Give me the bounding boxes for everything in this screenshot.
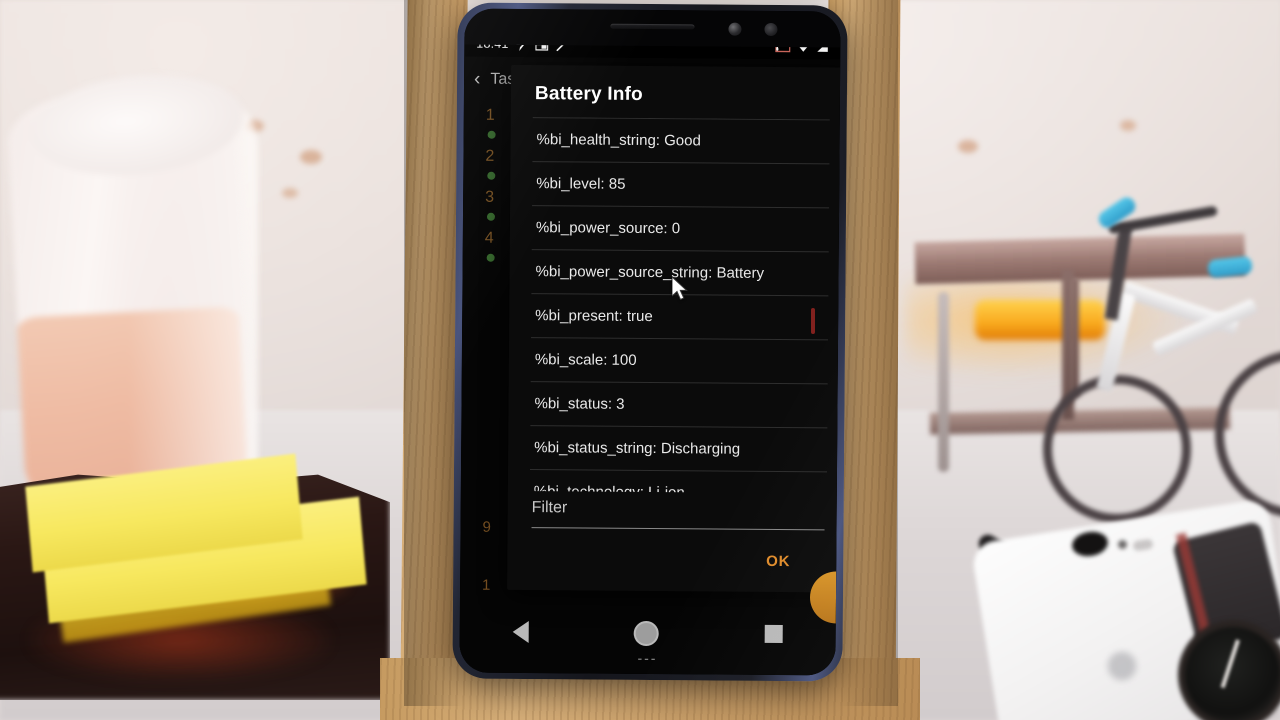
back-arrow-icon[interactable]: ‹ bbox=[474, 69, 480, 91]
list-item[interactable]: %bi_technology: Li-ion bbox=[529, 470, 827, 494]
navigation-bar bbox=[460, 605, 836, 662]
ok-button[interactable]: OK bbox=[752, 544, 804, 577]
white-phone-logo bbox=[1104, 648, 1140, 684]
action-number: 2 bbox=[485, 147, 495, 165]
earpiece-speaker-icon bbox=[610, 23, 695, 30]
action-status-dot bbox=[486, 212, 496, 221]
list-item[interactable]: %bi_power_source: 0 bbox=[531, 206, 830, 253]
rail-post bbox=[938, 292, 949, 472]
action-number: 9 bbox=[482, 518, 491, 536]
bench-leg bbox=[1070, 278, 1079, 396]
bench-light bbox=[975, 300, 1105, 340]
wall-speck bbox=[958, 140, 978, 153]
white-phone-sensor bbox=[1118, 540, 1127, 549]
wall-speck bbox=[1120, 120, 1136, 131]
list-item[interactable]: %bi_scale: 100 bbox=[530, 338, 829, 385]
wall-speck bbox=[300, 150, 322, 164]
home-nav-icon[interactable] bbox=[634, 620, 660, 646]
phone-screen-area: 18:41 bbox=[459, 8, 841, 676]
battery-info-dialog: Battery Info %bi_health_string: Good %bi… bbox=[507, 64, 841, 593]
list-item[interactable]: %bi_status_string: Discharging bbox=[529, 426, 828, 473]
phone-side-led bbox=[811, 308, 815, 334]
list-item[interactable]: %bi_health_string: Good bbox=[532, 117, 830, 165]
action-status-dot bbox=[487, 171, 496, 180]
mouse-pointer bbox=[671, 275, 692, 308]
filter-input[interactable] bbox=[531, 495, 825, 524]
bicycle-wheel bbox=[1043, 375, 1191, 523]
action-number: 3 bbox=[485, 188, 495, 206]
action-number: 4 bbox=[484, 229, 494, 247]
wall-speck bbox=[282, 188, 298, 198]
list-item[interactable]: %bi_status: 3 bbox=[530, 382, 828, 429]
back-nav-icon[interactable] bbox=[512, 620, 529, 644]
list-item[interactable]: %bi_level: 85 bbox=[532, 162, 830, 209]
recents-nav-icon[interactable] bbox=[764, 624, 783, 644]
action-status-dot bbox=[486, 253, 495, 262]
bench-top bbox=[914, 233, 1246, 285]
action-status-dot bbox=[487, 130, 496, 139]
front-camera-icon bbox=[728, 22, 742, 36]
action-number: 1 bbox=[485, 106, 495, 124]
action-number: 1 bbox=[482, 576, 491, 594]
screen: 18:41 bbox=[459, 30, 841, 676]
screenshot-stage: 18:41 bbox=[0, 0, 1280, 720]
dialog-actions: OK bbox=[507, 528, 840, 593]
smart-speaker bbox=[5, 62, 260, 518]
phone-device: 18:41 bbox=[452, 2, 848, 682]
proximity-sensor-icon bbox=[764, 22, 778, 36]
dialog-title: Battery Info bbox=[534, 83, 643, 105]
filter-field-wrapper bbox=[531, 495, 825, 531]
